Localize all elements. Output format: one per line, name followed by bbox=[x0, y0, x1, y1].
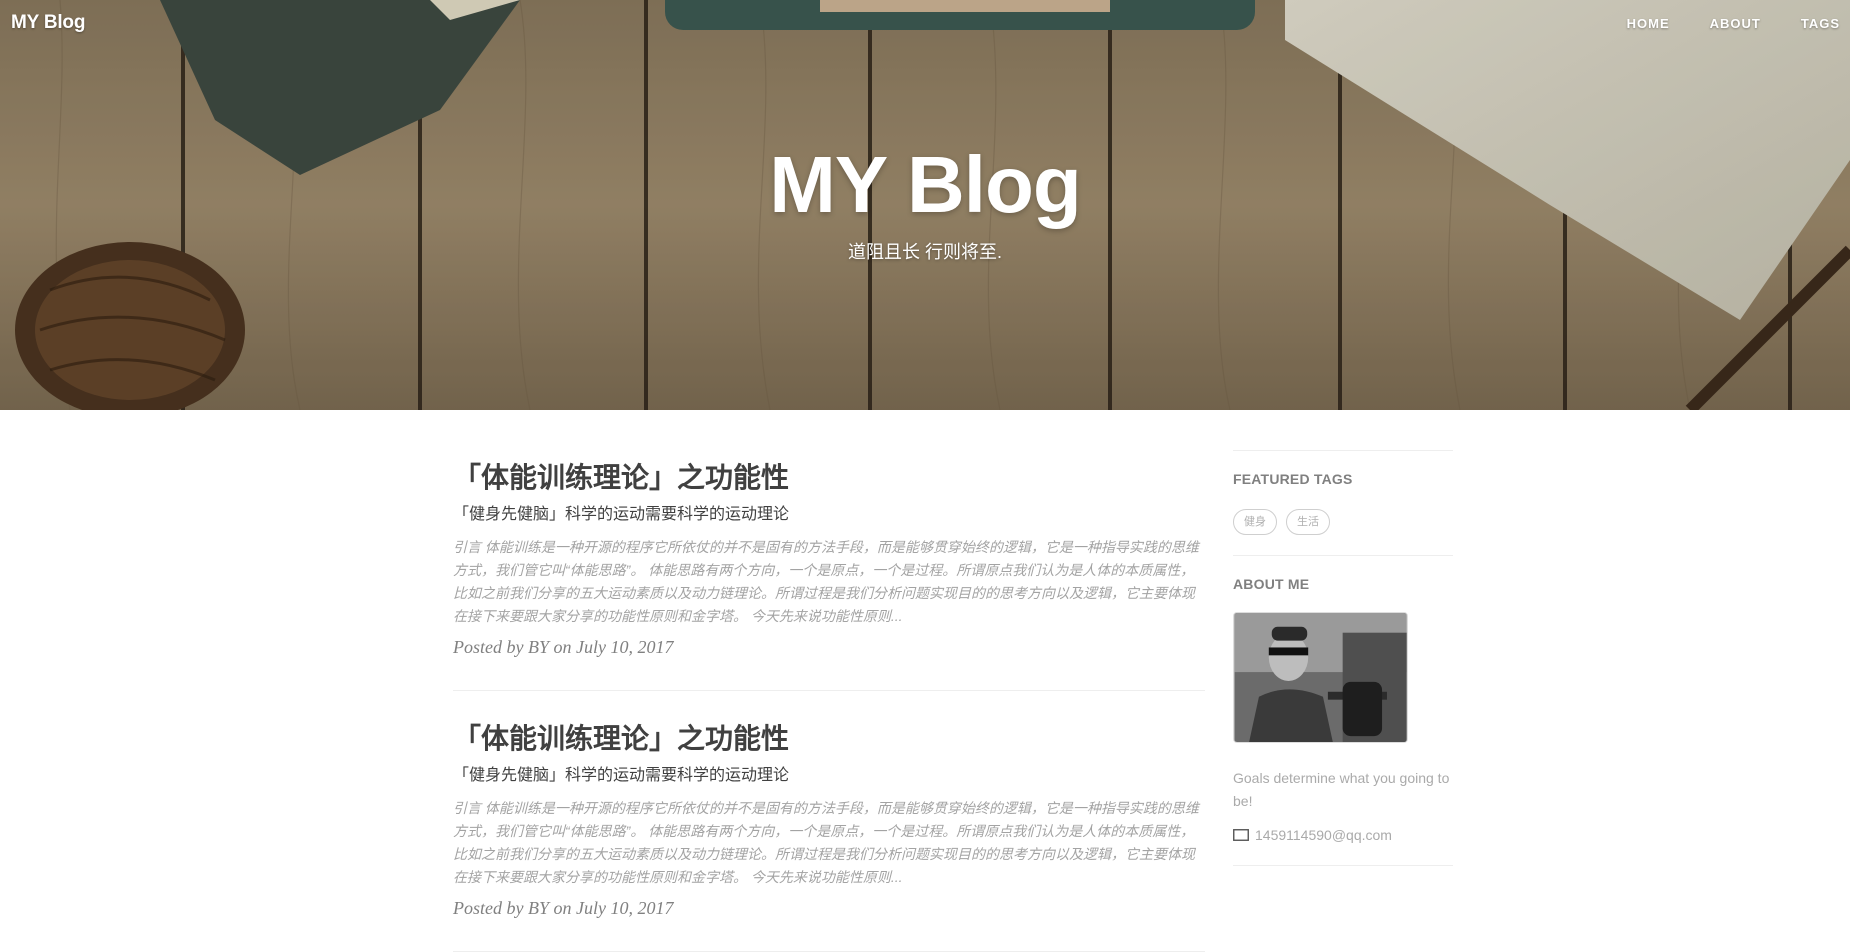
email-address: 1459114590@qq.com bbox=[1255, 827, 1392, 843]
envelope-icon bbox=[1233, 829, 1249, 841]
top-navbar: MY Blog HOME ABOUT TAGS bbox=[0, 0, 1850, 46]
post-meta: Posted by BY on July 10, 2017 bbox=[453, 637, 674, 657]
post-title-link[interactable]: 「体能训练理论」之功能性 bbox=[453, 721, 1205, 757]
nav-links: HOME ABOUT TAGS bbox=[1597, 16, 1850, 31]
post-subtitle[interactable]: 「健身先健脑」科学的运动需要科学的运动理论 bbox=[453, 763, 1205, 789]
nav-tags-link[interactable]: TAGS bbox=[1771, 16, 1850, 31]
post-preview: 「体能训练理论」之功能性 「健身先健脑」科学的运动需要科学的运动理论 引言 体能… bbox=[453, 691, 1205, 952]
sidebar: FEATURED TAGS 健身 生活 ABOUT ME Goals deter… bbox=[1233, 450, 1453, 886]
post-excerpt[interactable]: 引言 体能训练是一种开源的程序它所依仗的并不是固有的方法手段，而是能够贯穿始终的… bbox=[453, 797, 1205, 889]
nav-home-link[interactable]: HOME bbox=[1597, 16, 1680, 31]
nav-about-link[interactable]: ABOUT bbox=[1680, 16, 1771, 31]
brand-link[interactable]: MY Blog bbox=[11, 12, 85, 34]
about-me-heading: ABOUT ME bbox=[1233, 576, 1310, 592]
email-link[interactable]: 1459114590@qq.com bbox=[1233, 827, 1453, 843]
post-preview: 「体能训练理论」之功能性 「健身先健脑」科学的运动需要科学的运动理论 引言 体能… bbox=[453, 410, 1205, 691]
featured-tags-section: FEATURED TAGS 健身 生活 bbox=[1233, 450, 1453, 555]
post-subtitle[interactable]: 「健身先健脑」科学的运动需要科学的运动理论 bbox=[453, 502, 1205, 528]
avatar bbox=[1233, 612, 1408, 743]
tag-list: 健身 生活 bbox=[1233, 509, 1453, 535]
tag-fitness[interactable]: 健身 bbox=[1233, 509, 1277, 535]
about-text: Goals determine what you going to be! bbox=[1233, 770, 1450, 809]
site-title: MY Blog bbox=[769, 140, 1082, 229]
site-subtitle: 道阻且长 行则将至. bbox=[847, 242, 1002, 262]
featured-tags-heading: FEATURED TAGS bbox=[1233, 471, 1353, 487]
post-meta: Posted by BY on July 10, 2017 bbox=[453, 898, 674, 918]
sidebar-divider bbox=[1233, 865, 1453, 866]
about-me-section: ABOUT ME Goals determine what you going … bbox=[1233, 555, 1453, 886]
post-title-link[interactable]: 「体能训练理论」之功能性 bbox=[453, 460, 1205, 496]
tag-life[interactable]: 生活 bbox=[1286, 509, 1330, 535]
post-list: 「体能训练理论」之功能性 「健身先健脑」科学的运动需要科学的运动理论 引言 体能… bbox=[453, 410, 1205, 952]
post-excerpt[interactable]: 引言 体能训练是一种开源的程序它所依仗的并不是固有的方法手段，而是能够贯穿始终的… bbox=[453, 536, 1205, 628]
